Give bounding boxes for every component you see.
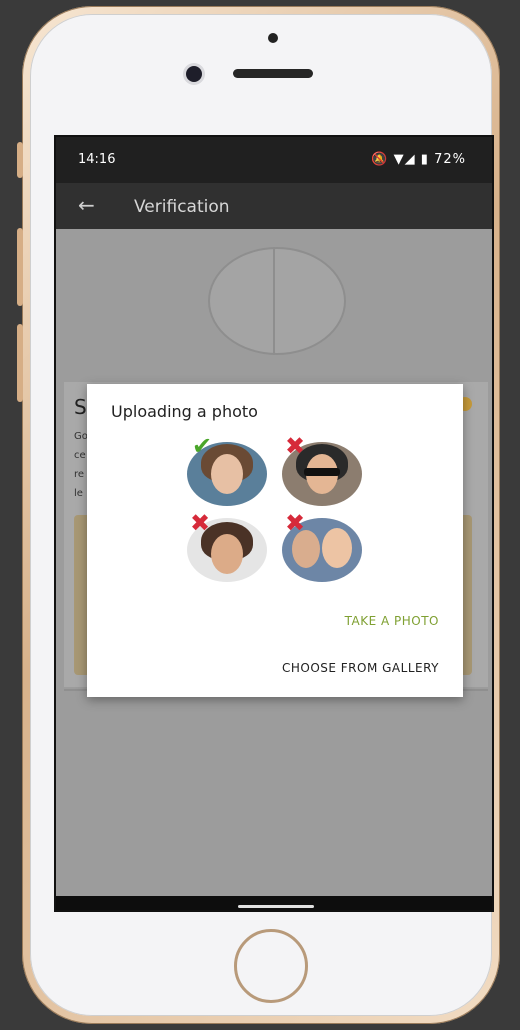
cross-icon: ✖ xyxy=(285,509,306,537)
front-camera xyxy=(186,66,202,82)
cross-icon: ✖ xyxy=(285,432,306,460)
cross-icon: ✖ xyxy=(190,509,211,537)
sunglasses xyxy=(304,468,340,476)
face-outline-icon xyxy=(208,247,346,355)
home-button[interactable] xyxy=(234,929,308,1003)
card-heading: S xyxy=(74,395,87,419)
card-text: Go ce re le xyxy=(74,427,88,503)
phone-sensor xyxy=(268,33,278,43)
status-icons: 🔕 ▼◢ ▮ 72% xyxy=(371,152,466,167)
card-text-line: re xyxy=(74,469,85,480)
face xyxy=(211,534,243,574)
device-screen: 14:16 🔕 ▼◢ ▮ 72% ← Verification S Go ce … xyxy=(54,135,494,912)
upload-photo-dialog: Uploading a photo ✔ ✖ ✖ ✖ TAKE A PHOTO C… xyxy=(87,384,463,697)
back-arrow-icon[interactable]: ← xyxy=(78,193,95,217)
check-icon: ✔ xyxy=(192,432,213,460)
face-divider xyxy=(273,247,275,355)
face xyxy=(322,528,352,568)
card-text-line: ce xyxy=(74,450,86,461)
choose-from-gallery-button[interactable]: CHOOSE FROM GALLERY xyxy=(282,661,439,675)
card-text-line: Go xyxy=(74,431,88,442)
take-photo-button[interactable]: TAKE A PHOTO xyxy=(345,614,439,628)
card-text-line: le xyxy=(74,488,83,499)
gesture-handle[interactable] xyxy=(238,905,314,908)
status-time: 14:16 xyxy=(78,152,116,167)
page-title: Verification xyxy=(134,197,230,217)
face xyxy=(211,454,243,494)
phone-volume-up xyxy=(17,228,23,306)
earpiece-speaker xyxy=(233,69,313,78)
phone-side-button xyxy=(17,142,23,178)
phone-volume-down xyxy=(17,324,23,402)
dialog-title: Uploading a photo xyxy=(111,402,258,421)
app-bar: ← Verification xyxy=(56,183,492,229)
status-bar: 14:16 🔕 ▼◢ ▮ 72% xyxy=(56,137,492,183)
